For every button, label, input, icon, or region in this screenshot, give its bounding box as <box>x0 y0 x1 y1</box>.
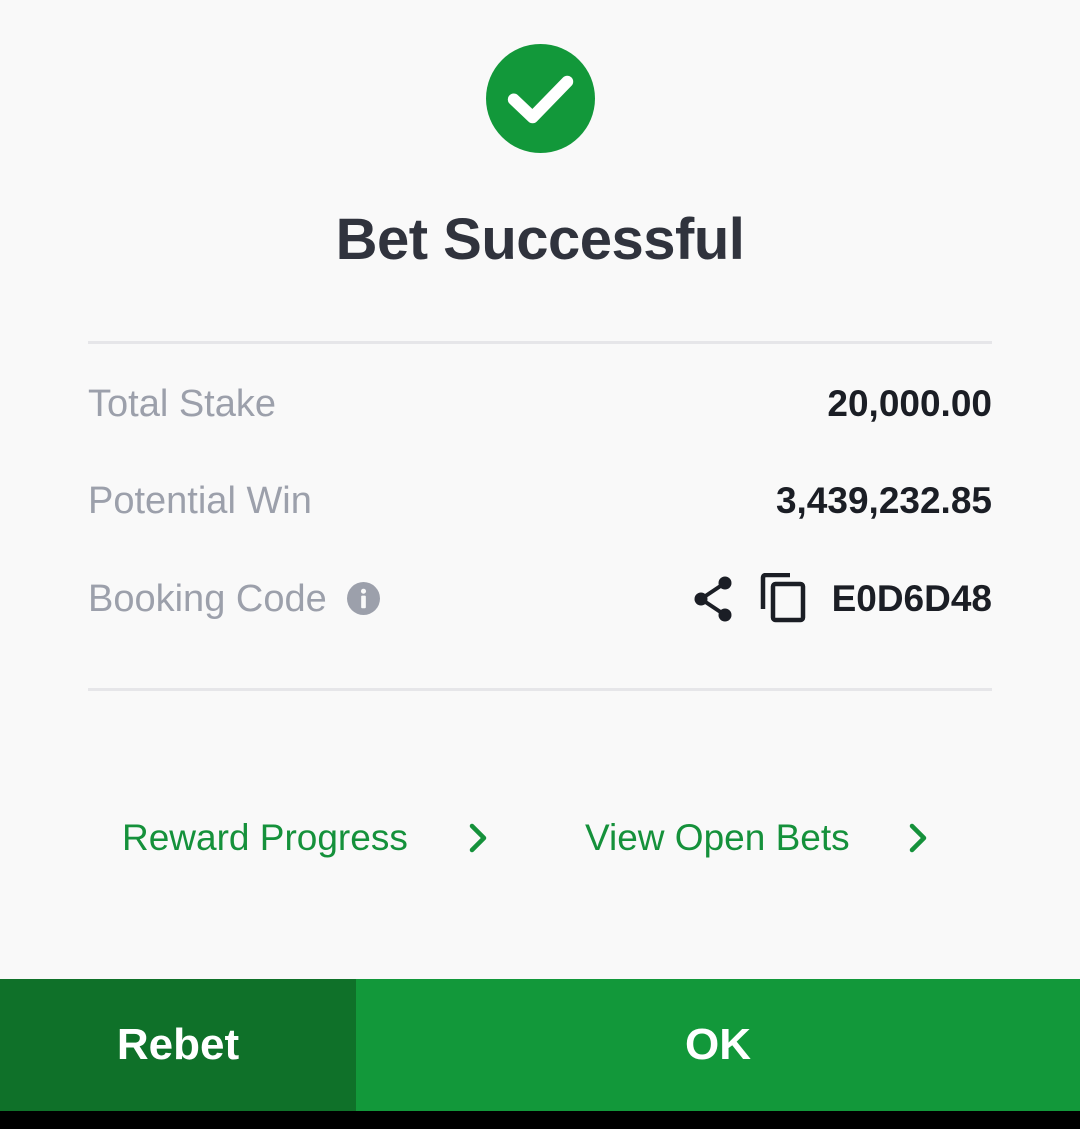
system-nav-bar <box>0 1111 1080 1129</box>
rebet-button[interactable]: Rebet <box>0 979 356 1111</box>
divider-top <box>88 341 992 344</box>
total-stake-value: 20,000.00 <box>827 383 992 424</box>
potential-win-row: Potential Win 3,439,232.85 <box>88 471 992 531</box>
view-open-bets-link[interactable]: View Open Bets <box>585 808 850 868</box>
check-circle-icon <box>486 44 595 153</box>
share-icon[interactable] <box>691 575 735 623</box>
info-icon[interactable] <box>347 582 380 615</box>
booking-code-value[interactable]: E0D6D48 <box>832 569 992 629</box>
booking-code-label: Booking Code <box>88 578 327 620</box>
booking-code-row: Booking Code E0D6D48 <box>88 569 992 629</box>
bet-success-dialog: Bet Successful Total Stake 20,000.00 Pot… <box>0 0 1080 1129</box>
page-title: Bet Successful <box>335 207 745 272</box>
potential-win-label: Potential Win <box>88 480 312 522</box>
ok-button[interactable]: OK <box>356 979 1080 1111</box>
potential-win-value: 3,439,232.85 <box>775 480 992 521</box>
chevron-right-icon[interactable] <box>466 822 490 854</box>
reward-progress-link[interactable]: Reward Progress <box>122 808 408 868</box>
chevron-right-icon[interactable] <box>906 822 930 854</box>
total-stake-label: Total Stake <box>88 383 276 425</box>
copy-icon[interactable] <box>760 573 806 623</box>
total-stake-row: Total Stake 20,000.00 <box>88 374 992 434</box>
divider-bottom <box>88 688 992 691</box>
